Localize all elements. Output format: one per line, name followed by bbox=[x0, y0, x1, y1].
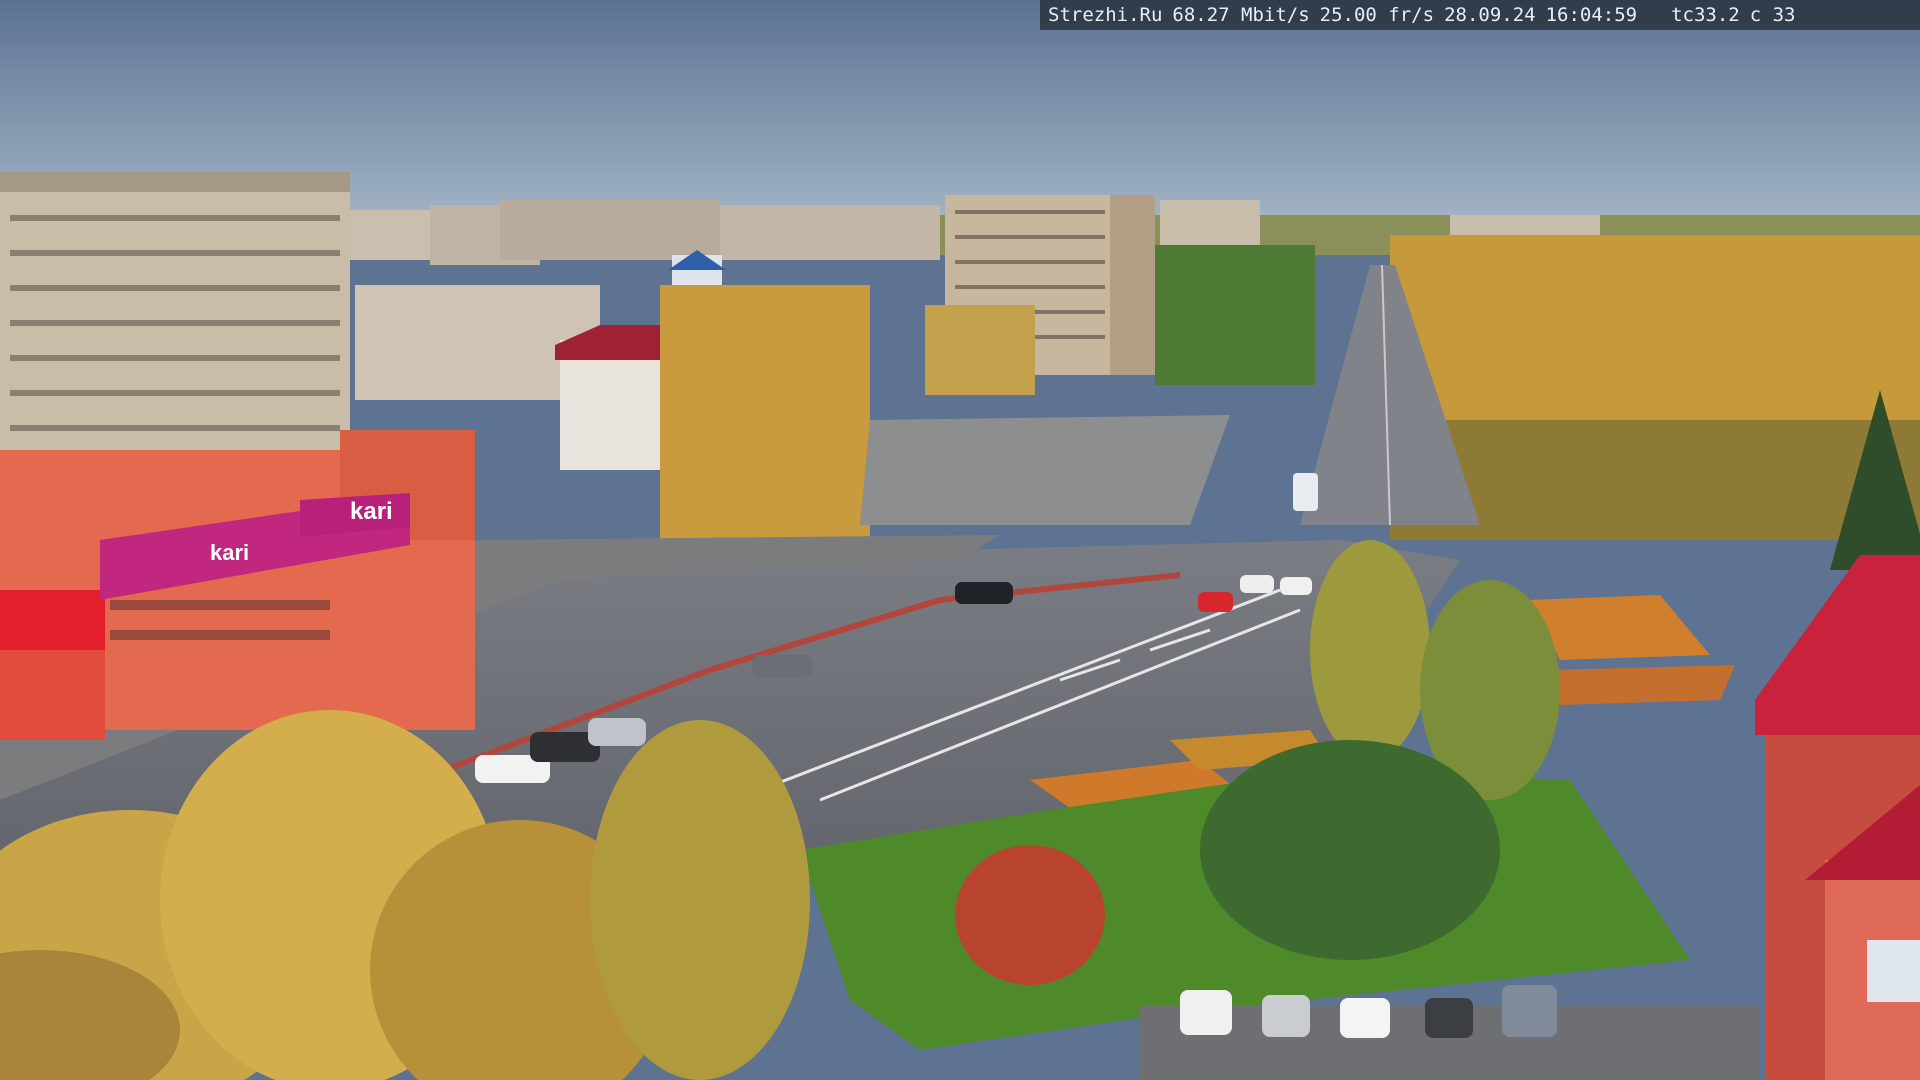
osd-bitrate: 68.27 Mbit/s bbox=[1172, 4, 1310, 26]
kari-shop-building bbox=[0, 430, 475, 740]
red-bush bbox=[955, 845, 1105, 985]
osd-site: Strezhi.Ru bbox=[1048, 4, 1163, 26]
center-trees-2 bbox=[925, 305, 1035, 395]
osd-framerate: 25.00 fr/s bbox=[1319, 4, 1435, 26]
webcam-osd-bar: Strezhi.Ru 68.27 Mbit/s 25.00 fr/s 28.09.24… bbox=[1040, 0, 1920, 30]
green-trees bbox=[1155, 245, 1315, 385]
plaza bbox=[860, 415, 1230, 525]
center-trees bbox=[660, 285, 870, 565]
shop-sign-upper: kari bbox=[350, 498, 393, 525]
webcam-frame: kari kari Strezhi.Ru 68.27 Mbit/s 25.00 fr… bbox=[0, 0, 1920, 1080]
spruce-cluster bbox=[1200, 740, 1500, 960]
osd-time: 16:04:59 bbox=[1545, 4, 1638, 26]
osd-date: 28.09.24 bbox=[1444, 4, 1536, 26]
right-red-roof-building bbox=[1755, 555, 1920, 1080]
birch-center bbox=[1310, 540, 1430, 760]
shop-sign-lower: kari bbox=[210, 540, 250, 565]
flower-bed-4 bbox=[1550, 665, 1735, 705]
osd-code1: tc33.2 bbox=[1671, 4, 1740, 26]
osd-code2: c 33 bbox=[1749, 4, 1796, 26]
flower-bed-3 bbox=[1530, 595, 1710, 660]
city-scene bbox=[0, 0, 1920, 1080]
